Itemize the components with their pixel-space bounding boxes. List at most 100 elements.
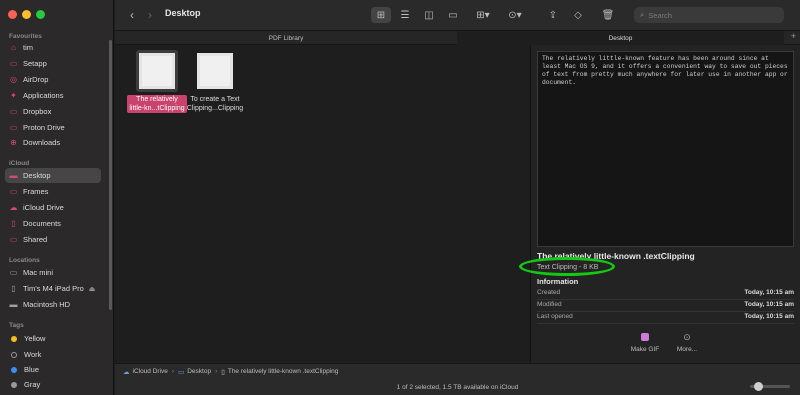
- list-icon: ☰: [400, 9, 410, 21]
- sidebar-item-applications[interactable]: ✦ Applications: [5, 88, 101, 103]
- sidebar-item-setapp[interactable]: ▭ Setapp: [5, 56, 101, 71]
- file-name-line: The relatively: [136, 96, 178, 103]
- search-icon: ⌕: [640, 10, 645, 19]
- preview-pane: The relatively little-known feature has …: [519, 45, 800, 363]
- sidebar-item-desktop[interactable]: ▬ Desktop: [5, 168, 101, 183]
- delete-button[interactable]: 🗑: [600, 7, 616, 23]
- sidebar-scrollbar[interactable]: [109, 40, 112, 310]
- columns-icon: ◫: [424, 9, 434, 21]
- sidebar-item-label: Dropbox: [23, 107, 52, 116]
- file-name[interactable]: The relatively little-kn...tClipping: [127, 95, 187, 113]
- folder-icon: ▭: [9, 123, 18, 132]
- sidebar-item-label: Shared: [23, 235, 48, 244]
- sidebar-item-dropbox[interactable]: ▭ Dropbox: [5, 104, 101, 119]
- sidebar-item-label: iCloud Drive: [23, 203, 64, 212]
- tag-icon: ◇: [574, 9, 582, 21]
- file-item[interactable]: To create a Text Clipping...Clipping: [180, 50, 250, 113]
- file-thumbnail[interactable]: [136, 50, 178, 92]
- tab-pdf-library[interactable]: PDF Library: [115, 31, 457, 45]
- info-value: Today, 10:15 am: [744, 289, 794, 296]
- tab-label: Desktop: [608, 34, 633, 42]
- cloud-icon: ☁: [9, 203, 18, 212]
- tag-color-dot: [11, 351, 17, 358]
- sidebar-item-label: Mac mini: [23, 268, 54, 277]
- sidebar-item-documents[interactable]: ▯ Documents: [5, 216, 101, 231]
- ellipsis-circle-icon: ⊙▾: [508, 9, 522, 21]
- sidebar: Favourites ⌂ tim ▭ Setapp ◎ AirDrop ✦ Applic…: [0, 0, 114, 395]
- column-view-button[interactable]: ◫: [419, 7, 439, 23]
- icon-view-button[interactable]: ⊞: [371, 7, 391, 23]
- ellipsis-circle-icon: ⊙: [683, 331, 691, 342]
- make-gif-button[interactable]: Make GIF: [625, 332, 665, 353]
- tag-color-dot: [11, 335, 17, 342]
- search-input[interactable]: [648, 10, 769, 20]
- status-bar: 1 of 2 selected, 1.5 TB available on iCl…: [115, 379, 800, 395]
- info-label: Created: [537, 289, 561, 296]
- zoom-window-button[interactable]: [36, 10, 45, 19]
- file-name-line: To create a Text: [190, 96, 240, 103]
- sidebar-item-proton-drive[interactable]: ▭ Proton Drive: [5, 120, 101, 135]
- path-bar: ☁ iCloud Drive › ▭ Desktop › ▯ The relat…: [115, 363, 800, 379]
- sidebar-item-frames[interactable]: ▭ Frames: [5, 184, 101, 199]
- search-field[interactable]: ⌕: [634, 7, 784, 23]
- home-icon: ⌂: [11, 43, 16, 52]
- disk-icon: ▬: [9, 300, 18, 309]
- share-button[interactable]: ⇪: [545, 7, 561, 23]
- sidebar-item-label: tim: [23, 43, 33, 52]
- sidebar-item-label: Applications: [23, 91, 64, 100]
- close-window-button[interactable]: [8, 10, 17, 19]
- sidebar-item-label: Work: [24, 350, 42, 359]
- sidebar-tag-gray[interactable]: Gray: [5, 377, 101, 392]
- gallery-view-button[interactable]: ▭: [443, 7, 463, 23]
- forward-button[interactable]: ›: [143, 7, 157, 23]
- sidebar-tag-work[interactable]: Work: [5, 347, 101, 362]
- sidebar-item-airdrop[interactable]: ◎ AirDrop: [5, 72, 101, 87]
- sidebar-tag-yellow[interactable]: Yellow: [5, 331, 101, 346]
- grid-icon: ⊞: [376, 9, 386, 21]
- sidebar-item-label: Setapp: [23, 59, 47, 68]
- sidebar-item-shared[interactable]: ▭ Shared: [5, 232, 101, 247]
- list-view-button[interactable]: ☰: [395, 7, 415, 23]
- path-item-desktop[interactable]: Desktop: [187, 368, 211, 375]
- document-icon: ▯: [221, 368, 225, 376]
- action-label: More...: [676, 346, 698, 353]
- new-tab-button[interactable]: +: [791, 31, 796, 41]
- desktop-icon: ▬: [9, 171, 18, 180]
- text-clipping-icon: [197, 53, 233, 89]
- sidebar-item-label: AirDrop: [23, 75, 49, 84]
- group-button[interactable]: ⊞▾: [471, 7, 495, 23]
- tab-desktop[interactable]: Desktop: [457, 31, 784, 45]
- info-label: Last opened: [537, 313, 573, 320]
- ipad-icon: ▯: [11, 284, 16, 293]
- sidebar-item-icloud-drive[interactable]: ☁ iCloud Drive: [5, 200, 101, 215]
- info-row-last-opened: Last opened Today, 10:15 am: [537, 313, 794, 324]
- minimize-window-button[interactable]: [22, 10, 31, 19]
- sidebar-item-macintosh-hd[interactable]: ▬ Macintosh HD: [5, 297, 101, 312]
- information-header: Information: [537, 277, 579, 286]
- file-thumbnail[interactable]: [194, 50, 236, 92]
- sidebar-item-downloads[interactable]: ⊕ Downloads: [5, 135, 101, 150]
- sidebar-item-label: Desktop: [23, 171, 51, 180]
- document-icon: ▯: [11, 219, 16, 228]
- path-item-file[interactable]: The relatively little-known .textClippin…: [228, 368, 339, 375]
- eject-icon[interactable]: ⏏: [89, 285, 96, 293]
- sidebar-tag-blue[interactable]: Blue: [5, 362, 101, 377]
- action-button[interactable]: ⊙▾: [503, 7, 527, 23]
- slider-knob[interactable]: [754, 382, 763, 391]
- sidebar-item-tim[interactable]: ⌂ tim: [5, 40, 101, 55]
- tags-header: Tags: [9, 322, 24, 329]
- back-button[interactable]: ‹: [125, 7, 139, 23]
- path-item-icloud-drive[interactable]: iCloud Drive: [133, 368, 168, 375]
- tag-button[interactable]: ◇: [570, 7, 586, 23]
- sidebar-item-mac-mini[interactable]: ▭ Mac mini: [5, 265, 101, 280]
- icon-size-slider[interactable]: [750, 382, 790, 391]
- chevron-left-icon: ‹: [130, 8, 134, 22]
- sidebar-item-ipad[interactable]: ▯ Tim's M4 iPad Pro ⏏: [5, 281, 101, 296]
- sidebar-item-label: Blue: [24, 365, 40, 374]
- file-area: The relatively little-kn...tClipping To …: [115, 45, 530, 363]
- preview-content[interactable]: The relatively little-known feature has …: [537, 51, 794, 247]
- file-name[interactable]: To create a Text Clipping...Clipping: [185, 95, 245, 113]
- window-title: Desktop: [165, 8, 201, 18]
- file-name-line: Clipping...Clipping: [186, 105, 244, 112]
- more-button[interactable]: ⊙ More...: [667, 331, 707, 354]
